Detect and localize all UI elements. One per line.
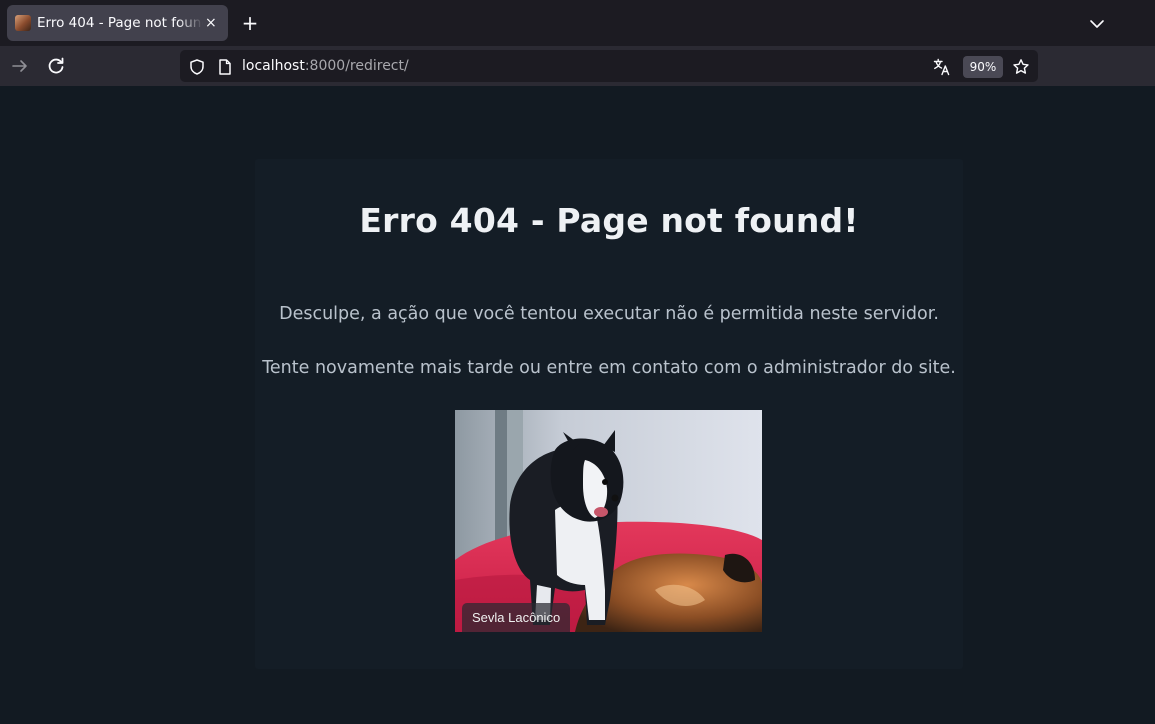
translate-icon[interactable] bbox=[933, 58, 951, 76]
nav-bar: localhost:8000/redirect/ 90% bbox=[0, 46, 1155, 86]
page-icon[interactable] bbox=[216, 58, 234, 76]
error-card: Erro 404 - Page not found! Desculpe, a a… bbox=[255, 159, 963, 669]
dog-photo: Sevla Lacônico bbox=[455, 410, 762, 632]
page-title: Erro 404 - Page not found! bbox=[359, 201, 859, 240]
tab-title: Erro 404 - Page not found! bbox=[37, 15, 203, 31]
arrow-right-icon[interactable] bbox=[8, 54, 32, 78]
dog-favicon-icon bbox=[15, 15, 31, 31]
chevron-down-icon[interactable] bbox=[1086, 13, 1108, 35]
url-text[interactable]: localhost:8000/redirect/ bbox=[242, 50, 409, 82]
dog-photo-image bbox=[455, 410, 762, 632]
error-message: Desculpe, a ação que você tentou executa… bbox=[279, 304, 939, 324]
reload-icon[interactable] bbox=[44, 54, 68, 78]
photo-caption: Sevla Lacônico bbox=[462, 603, 571, 632]
close-icon[interactable]: × bbox=[205, 16, 217, 30]
url-host: localhost bbox=[242, 58, 305, 74]
retry-message: Tente novamente mais tarde ou entre em c… bbox=[262, 358, 956, 378]
star-icon[interactable] bbox=[1012, 58, 1030, 76]
tab-bar: Erro 404 - Page not found! × + bbox=[0, 0, 1155, 46]
url-bar[interactable]: localhost:8000/redirect/ 90% bbox=[180, 50, 1038, 82]
url-path: :8000/redirect/ bbox=[304, 58, 409, 74]
new-tab-button[interactable]: + bbox=[238, 11, 262, 35]
tab-active[interactable]: Erro 404 - Page not found! × bbox=[7, 5, 228, 41]
zoom-level-button[interactable]: 90% bbox=[963, 56, 1003, 78]
shield-icon[interactable] bbox=[188, 58, 206, 76]
